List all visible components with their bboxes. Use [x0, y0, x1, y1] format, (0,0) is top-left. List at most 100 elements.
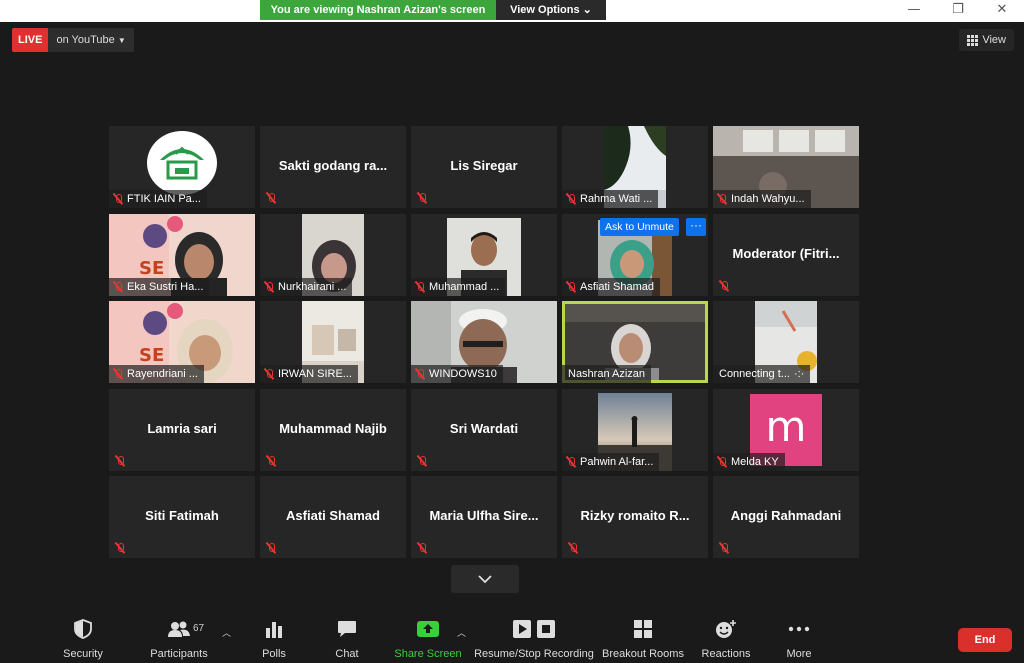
caret-up-icon[interactable]: ︿: [222, 626, 231, 639]
mic-muted-icon: [719, 280, 729, 292]
caret-up-icon[interactable]: ︿: [457, 626, 466, 639]
mic-muted-icon: [115, 542, 125, 554]
end-meeting-button[interactable]: End: [958, 628, 1012, 652]
participant-tile[interactable]: IRWAN SIRE...: [260, 301, 406, 383]
participant-name: Lamria sari: [147, 420, 217, 436]
breakout-rooms-label: Breakout Rooms: [602, 648, 684, 660]
participant-tile[interactable]: m Melda KY: [713, 388, 859, 471]
window-controls: — ❐ ✕: [892, 0, 1024, 20]
chevron-down-icon: ⌄: [582, 4, 592, 16]
more-button[interactable]: More: [782, 618, 816, 662]
live-destination[interactable]: on YouTube ▼: [48, 28, 134, 52]
participant-name: Moderator (Fitri...: [732, 245, 840, 261]
participant-tile[interactable]: Anggi Rahmadani: [713, 476, 859, 558]
gallery-grid: FTIK IAIN Pa... Sakti godang ra... Lis S…: [109, 126, 861, 558]
participant-tile[interactable]: Lis Siregar: [411, 126, 557, 208]
participant-name: Lis Siregar: [450, 158, 518, 173]
stop-recording-icon: [537, 620, 555, 638]
participant-name: Connecting t...: [719, 368, 790, 380]
breakout-rooms-button[interactable]: Breakout Rooms: [602, 618, 684, 662]
live-destination-label: on YouTube: [56, 34, 115, 46]
participant-tile[interactable]: SE Rayendriani ...: [109, 301, 255, 383]
participant-tile[interactable]: Ask to Unmute ··· Asfiati Shamad: [562, 213, 708, 296]
polls-button[interactable]: Polls: [258, 618, 290, 662]
participant-name: Rahma Wati ...: [580, 193, 653, 205]
participant-tile[interactable]: Muhammad Najib: [260, 388, 406, 471]
view-options-button[interactable]: View Options ⌄: [496, 0, 606, 20]
caret-down-icon: ▼: [117, 36, 126, 45]
participant-name: Indah Wahyu...: [731, 193, 805, 205]
share-screen-button[interactable]: Share Screen: [394, 618, 462, 662]
mic-muted-icon: [264, 281, 274, 293]
view-button[interactable]: View: [959, 29, 1014, 51]
participants-label: Participants: [150, 648, 208, 660]
grid-view-icon: [967, 34, 979, 46]
participant-label: Eka Sustri Ha...: [109, 277, 210, 296]
participant-label: Rahma Wati ...: [562, 190, 659, 208]
participant-tile[interactable]: Nurkhairani ...: [260, 213, 406, 296]
participant-tile[interactable]: Moderator (Fitri...: [713, 213, 859, 296]
participant-name: Nurkhairani ...: [278, 280, 347, 293]
participant-tile[interactable]: Sakti godang ra...: [260, 126, 406, 208]
participant-name: Rizky romaito R...: [580, 508, 690, 523]
participant-tile[interactable]: Muhammad ...: [411, 213, 557, 296]
mic-muted-icon: [113, 368, 123, 380]
mic-muted-icon: [417, 455, 427, 467]
mic-muted-icon: [266, 192, 276, 204]
participant-more-button[interactable]: ···: [686, 217, 706, 236]
share-banner-text: You are viewing Nashran Azizan's screen: [260, 0, 496, 20]
participant-tile[interactable]: Connecting t... ·:·: [713, 301, 859, 383]
mic-muted-icon: [717, 456, 727, 468]
participant-label: Pahwin Al-far...: [562, 452, 660, 471]
participant-tile[interactable]: SE Eka Sustri Ha...: [109, 213, 255, 296]
participant-name: Maria Ulfha Sire...: [429, 508, 539, 523]
view-options-label: View Options: [510, 4, 580, 16]
polls-icon: [266, 622, 282, 638]
chevron-down-icon: [478, 574, 492, 583]
participants-icon: [168, 621, 190, 637]
live-stream-indicator[interactable]: LIVE on YouTube ▼: [12, 28, 134, 52]
close-icon[interactable]: ✕: [980, 0, 1024, 20]
participant-tile[interactable]: Lamria sari: [109, 388, 255, 471]
mic-muted-icon: [717, 193, 727, 205]
participant-name: Siti Fatimah: [145, 508, 219, 523]
participant-label: Muhammad ...: [411, 277, 506, 296]
participant-tile[interactable]: Sri Wardati: [411, 388, 557, 471]
participant-count: 67: [193, 623, 205, 634]
participant-tile[interactable]: Pahwin Al-far...: [562, 388, 708, 471]
share-screen-label: Share Screen: [394, 648, 462, 660]
mic-muted-icon: [566, 193, 576, 205]
participant-tile[interactable]: Rahma Wati ...: [562, 126, 708, 208]
reactions-button[interactable]: Reactions: [701, 618, 751, 662]
minimize-icon[interactable]: —: [892, 0, 936, 20]
participant-tile[interactable]: Rizky romaito R...: [562, 476, 708, 558]
next-page-button[interactable]: [451, 565, 519, 593]
participant-tile[interactable]: Indah Wahyu...: [713, 126, 859, 208]
participant-name: Muhammad Najib: [279, 420, 387, 436]
reactions-label: Reactions: [701, 648, 751, 660]
restore-icon[interactable]: ❐: [936, 0, 980, 20]
participant-name: Eka Sustri Ha...: [127, 280, 204, 293]
participant-tile-active[interactable]: Nashran Azizan: [562, 301, 708, 383]
ask-to-unmute-button[interactable]: Ask to Unmute: [600, 217, 679, 236]
participant-label: Connecting t... ·:·: [713, 365, 811, 383]
participant-tile[interactable]: FTIK IAIN Pa...: [109, 126, 255, 208]
svg-text:SE: SE: [139, 258, 164, 279]
svg-text:SE: SE: [139, 345, 164, 366]
connecting-indicator: ·:·: [793, 368, 805, 380]
shield-icon: [74, 619, 92, 639]
zoom-meeting-window: You are viewing Nashran Azizan's screen …: [0, 0, 1024, 663]
participant-name: Sakti godang ra...: [278, 158, 388, 173]
recording-button[interactable]: Resume/Stop Recording: [474, 618, 594, 662]
mic-muted-icon: [115, 455, 125, 467]
participant-tile[interactable]: Siti Fatimah: [109, 476, 255, 558]
chat-button[interactable]: Chat: [330, 618, 364, 662]
mic-muted-icon: [415, 368, 425, 380]
participant-tile[interactable]: WINDOWS10: [411, 301, 557, 383]
participant-tile[interactable]: Asfiati Shamad: [260, 476, 406, 558]
participant-name: IRWAN SIRE...: [278, 368, 352, 380]
mic-muted-icon: [568, 542, 578, 554]
security-button[interactable]: Security: [62, 618, 104, 662]
participant-name: Anggi Rahmadani: [730, 508, 842, 523]
participant-tile[interactable]: Maria Ulfha Sire...: [411, 476, 557, 558]
